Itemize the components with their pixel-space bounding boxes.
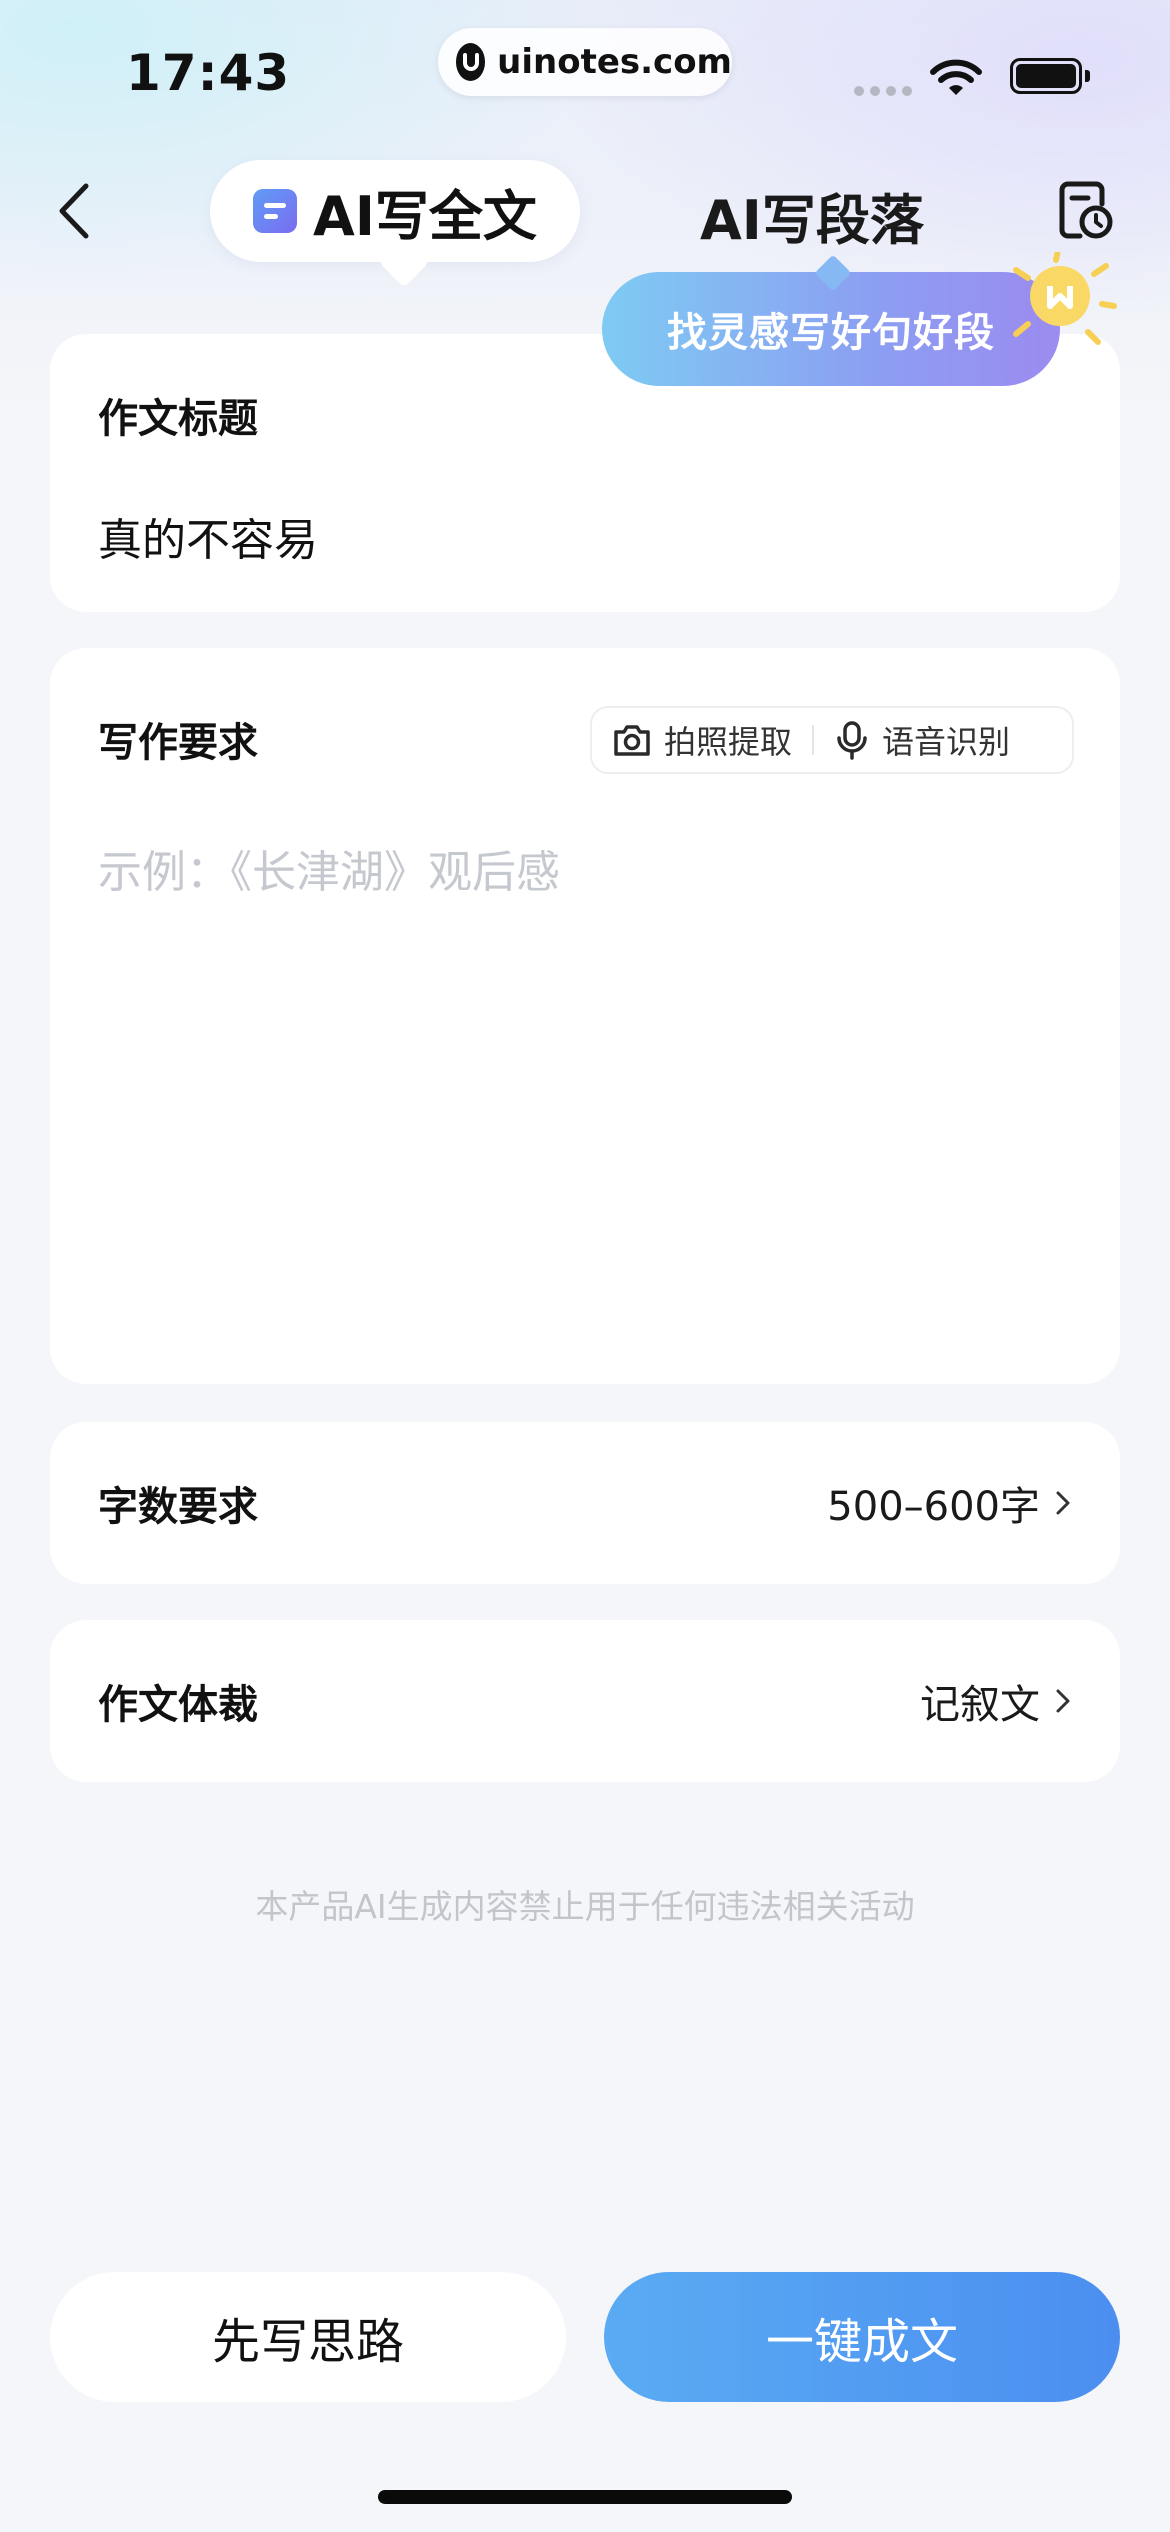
- cellular-signal-icon: [854, 86, 912, 96]
- chevron-right-icon: [1056, 1491, 1070, 1515]
- chevron-left-icon[interactable]: [50, 176, 100, 246]
- inspiration-tooltip-text: 找灵感写好句好段: [667, 310, 995, 356]
- word-count-value: 500–600字: [827, 1484, 1040, 1530]
- essay-genre-row[interactable]: 作文体裁 记叙文: [50, 1620, 1120, 1782]
- photo-extract-button[interactable]: 拍照提取: [592, 708, 812, 772]
- essay-genre-selector: 记叙文: [920, 1672, 1072, 1730]
- lightbulb-icon: [1013, 252, 1117, 345]
- url-text: uinotes.com: [497, 42, 732, 82]
- tab-ai-full-essay[interactable]: AI写全文: [210, 160, 580, 262]
- essay-title-input[interactable]: 真的不容易: [98, 504, 318, 568]
- word-count-row[interactable]: 字数要求 500–600字: [50, 1422, 1120, 1584]
- word-count-selector: 500–600字: [827, 1474, 1072, 1532]
- home-indicator: [378, 2490, 792, 2504]
- document-icon: [253, 189, 298, 233]
- word-count-label: 字数要求: [98, 1484, 258, 1530]
- inspiration-tooltip[interactable]: 找灵感写好句好段: [602, 272, 1060, 386]
- status-time: 17:43: [126, 44, 291, 102]
- chevron-right-icon: [1056, 1689, 1070, 1713]
- photo-extract-label: 拍照提取: [664, 723, 793, 761]
- site-logo-icon: [456, 43, 486, 81]
- essay-title-label: 作文标题: [98, 396, 258, 442]
- writing-requirement-card: 写作要求 拍照提取 语音识别 示例：《长津湖》观后感: [50, 648, 1120, 1384]
- write-outline-button[interactable]: 先写思路: [50, 2272, 566, 2402]
- microphone-icon: [837, 721, 867, 760]
- essay-genre-label: 作文体裁: [98, 1682, 258, 1728]
- document-clock-icon[interactable]: [1056, 178, 1116, 242]
- voice-recognition-label: 语音识别: [882, 723, 1011, 761]
- wifi-icon: [930, 59, 982, 95]
- tab-ai-paragraph[interactable]: AI写段落: [700, 176, 924, 255]
- camera-icon: [614, 725, 650, 756]
- disclaimer-text: 本产品AI生成内容禁止用于任何违法相关活动: [255, 1887, 915, 1926]
- battery-icon: [1010, 58, 1082, 94]
- one-click-generate-button[interactable]: 一键成文: [604, 2272, 1120, 2402]
- writing-requirement-label: 写作要求: [98, 720, 258, 766]
- essay-genre-value: 记叙文: [920, 1682, 1040, 1728]
- input-tools: 拍照提取 语音识别: [590, 706, 1074, 774]
- writing-requirement-input[interactable]: 示例：《长津湖》观后感: [98, 836, 560, 900]
- url-pill[interactable]: uinotes.com: [438, 28, 732, 96]
- tab-ai-full-essay-label: AI写全文: [313, 184, 537, 248]
- battery-cap: [1085, 70, 1090, 82]
- voice-recognition-button[interactable]: 语音识别: [814, 708, 1030, 772]
